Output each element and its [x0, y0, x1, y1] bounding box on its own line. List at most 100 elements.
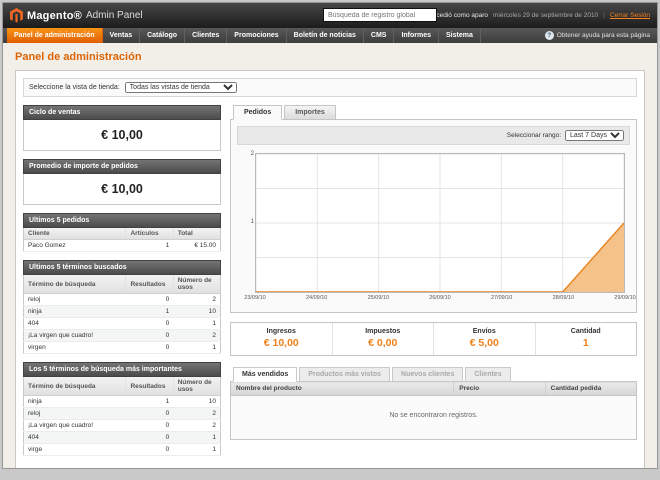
store-view-select[interactable]: Todas las vistas de tienda [125, 82, 237, 93]
column-header: Nombre del producto [231, 382, 454, 396]
table-row: ¡La virgen que cuadro!02 [24, 330, 221, 342]
table-cell: 2 [173, 420, 220, 432]
table-cell: 0 [126, 330, 173, 342]
table-row: virge01 [24, 444, 221, 456]
top-header: Magento® Admin Panel Accedió como aparo … [3, 3, 657, 28]
stat-value: 1 [536, 337, 637, 349]
last-orders-panel: Ultimos 5 pedidos ClienteArtículosTotal … [23, 213, 221, 252]
nav-item-catalogo[interactable]: Catálogo [140, 28, 185, 43]
range-label: Seleccionar rango: [507, 132, 561, 139]
stat-value: € 10,00 [231, 337, 332, 349]
x-tick-label: 27/09/10 [491, 295, 512, 301]
tab-mas-vendidos[interactable]: Más vendidos [233, 367, 297, 382]
nav-item-sistema[interactable]: Sistema [439, 28, 481, 43]
table-cell: reloj [24, 408, 126, 420]
stat-impuestos: Impuestos € 0,00 [332, 323, 434, 355]
x-tick-label: 23/09/10 [244, 295, 265, 301]
panel-title: Ciclo de ventas [23, 105, 221, 120]
chart-svg [256, 154, 624, 292]
table-cell: 0 [126, 318, 173, 330]
table-cell: 1 [173, 432, 220, 444]
table-cell: virge [24, 444, 126, 456]
table-row: reloj02 [24, 408, 221, 420]
logout-link[interactable]: Cerrar Sesión [610, 12, 650, 19]
header-date: miércoles 29 de septiembre de 2010 [493, 12, 598, 19]
last-orders-table: ClienteArtículosTotal Paco Gomez1€ 15.00 [23, 228, 221, 252]
column-header: Precio [454, 382, 545, 396]
chart-panel: Seleccionar rango: Last 7 Days 2 1 [230, 119, 637, 313]
chart-plot-area: 2 1 [255, 153, 625, 293]
column-header: Número de usos [173, 377, 220, 396]
main-nav: Panel de administración Ventas Catálogo … [3, 28, 657, 43]
global-search-input[interactable] [323, 8, 437, 22]
totals-bar: Ingresos € 10,00 Impuestos € 0,00 Envíos… [230, 322, 637, 356]
magento-logo[interactable]: Magento® Admin Panel [10, 8, 143, 23]
range-select[interactable]: Last 7 Days [565, 130, 624, 141]
table-row: reloj02 [24, 294, 221, 306]
range-selector-bar: Seleccionar rango: Last 7 Days [237, 126, 630, 145]
nav-item-promociones[interactable]: Promociones [227, 28, 286, 43]
stat-ingresos: Ingresos € 10,00 [231, 323, 332, 355]
table-row: ¡La virgen que cuadro!02 [24, 420, 221, 432]
nav-item-clientes[interactable]: Clientes [185, 28, 227, 43]
table-cell: 1 [173, 318, 220, 330]
column-header: Artículos [126, 228, 173, 240]
table-cell: 0 [126, 294, 173, 306]
logo-text: Magento® [27, 10, 82, 22]
table-cell: € 15.00 [173, 240, 220, 252]
table-cell: ninja [24, 396, 126, 408]
tab-importes[interactable]: Importes [284, 105, 336, 120]
table-cell: 1 [173, 444, 220, 456]
tab-pedidos[interactable]: Pedidos [233, 105, 282, 120]
page-help-link[interactable]: ? Obtener ayuda para esta página [545, 28, 657, 43]
table-cell: ninja [24, 306, 126, 318]
stat-value: € 0,00 [333, 337, 434, 349]
left-column: Ciclo de ventas € 10,00 Promedio de impo… [23, 105, 221, 464]
table-cell: 0 [126, 432, 173, 444]
table-row: Paco Gomez1€ 15.00 [24, 240, 221, 252]
x-tick-label: 24/09/10 [306, 295, 327, 301]
column-header: Cantidad pedida [545, 382, 636, 396]
panel-title: Promedio de importe de pedidos [23, 159, 221, 174]
nav-item-informes[interactable]: Informes [394, 28, 439, 43]
nav-item-cms[interactable]: CMS [364, 28, 395, 43]
nav-item-boletin[interactable]: Boletín de noticias [287, 28, 364, 43]
table-cell: Paco Gomez [24, 240, 126, 252]
bestsellers-table: Nombre del productoPrecioCantidad pedida… [230, 381, 637, 440]
grid-tabs: Más vendidos Productos más vistos Nuevos… [230, 367, 637, 382]
dashboard-container: Seleccione la vista de tienda: Todas las… [15, 70, 645, 468]
table-cell: 2 [173, 294, 220, 306]
tab-clientes: Clientes [465, 367, 510, 382]
lifetime-sales-panel: Ciclo de ventas € 10,00 [23, 105, 221, 151]
table-cell: reloj [24, 294, 126, 306]
chart-gridlines [256, 154, 624, 292]
table-cell: 2 [173, 408, 220, 420]
table-row: 40401 [24, 432, 221, 444]
x-tick-label: 25/09/10 [368, 295, 389, 301]
average-orders-value: € 10,00 [23, 174, 221, 205]
lifetime-sales-value: € 10,00 [23, 120, 221, 151]
nav-item-ventas[interactable]: Ventas [103, 28, 141, 43]
magento-logo-icon [10, 8, 23, 23]
column-header: Total [173, 228, 220, 240]
table-cell: 1 [126, 240, 173, 252]
column-header: Cliente [24, 228, 126, 240]
app-frame: Magento® Admin Panel Accedió como aparo … [2, 2, 658, 469]
stat-label: Envíos [434, 328, 535, 335]
table-cell: ¡La virgen que cuadro! [24, 330, 126, 342]
header-user-area: Accedió como aparo miércoles 29 de septi… [429, 12, 650, 19]
chart-x-axis: 23/09/10 24/09/10 25/09/10 26/09/10 27/0… [255, 295, 625, 304]
stat-label: Ingresos [231, 328, 332, 335]
nav-item-panel[interactable]: Panel de administración [7, 28, 103, 43]
store-view-switcher: Seleccione la vista de tienda: Todas las… [23, 78, 637, 97]
table-cell: 10 [173, 396, 220, 408]
table-row: ninja110 [24, 396, 221, 408]
help-icon: ? [545, 31, 554, 40]
right-column: Pedidos Importes Seleccionar rango: Last… [230, 105, 637, 440]
column-header: Término de búsqueda [24, 377, 126, 396]
table-cell: 2 [173, 330, 220, 342]
last-search-terms-panel: Ultimos 5 términos buscados Término de b… [23, 260, 221, 354]
stat-label: Cantidad [536, 328, 637, 335]
x-tick-label: 29/09/10 [614, 295, 635, 301]
y-tick-label: 1 [244, 219, 254, 225]
